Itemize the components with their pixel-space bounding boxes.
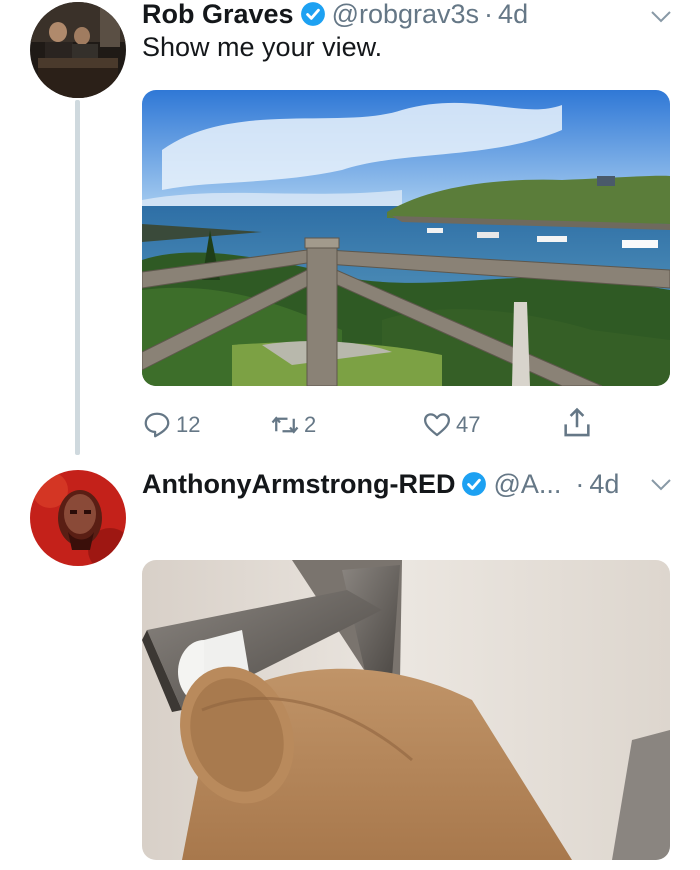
chevron-down-icon[interactable]: [650, 478, 672, 492]
retweet-count: 2: [304, 412, 317, 437]
retweet-icon: [271, 416, 299, 434]
retweet-button[interactable]: 2: [270, 410, 316, 440]
reply-button[interactable]: 12: [142, 410, 200, 440]
like-button[interactable]: 47: [422, 410, 480, 440]
separator-dot: ·: [575, 468, 585, 499]
timestamp[interactable]: 4d: [498, 0, 528, 30]
verified-badge-icon: [300, 2, 325, 26]
timestamp[interactable]: 4d: [589, 469, 619, 500]
share-button[interactable]: [560, 406, 594, 440]
tweet-header: Rob Graves @robgrav3s · 4d: [142, 0, 528, 34]
tweet-text: Show me your view.: [142, 32, 383, 62]
author-name[interactable]: AnthonyArmstrong-RED: [142, 469, 455, 500]
tweet-header: AnthonyArmstrong-RED @A... · 4d: [142, 464, 619, 504]
heart-icon: [424, 413, 450, 437]
author-handle[interactable]: @robgrav3s: [332, 0, 479, 30]
thread-line: [75, 100, 80, 455]
separator-dot: ·: [484, 0, 494, 29]
share-icon: [564, 407, 590, 437]
avatar[interactable]: [30, 2, 126, 98]
like-count: 47: [456, 412, 481, 437]
reply-icon: [144, 412, 170, 438]
reply-count: 12: [176, 412, 201, 437]
tweet-photo[interactable]: [142, 90, 670, 386]
avatar[interactable]: [30, 470, 126, 566]
tweet-photo[interactable]: [142, 560, 670, 860]
verified-badge-icon: [462, 472, 487, 496]
chevron-down-icon[interactable]: [650, 10, 672, 24]
author-handle[interactable]: @A...: [493, 469, 561, 500]
author-name[interactable]: Rob Graves: [142, 0, 294, 30]
